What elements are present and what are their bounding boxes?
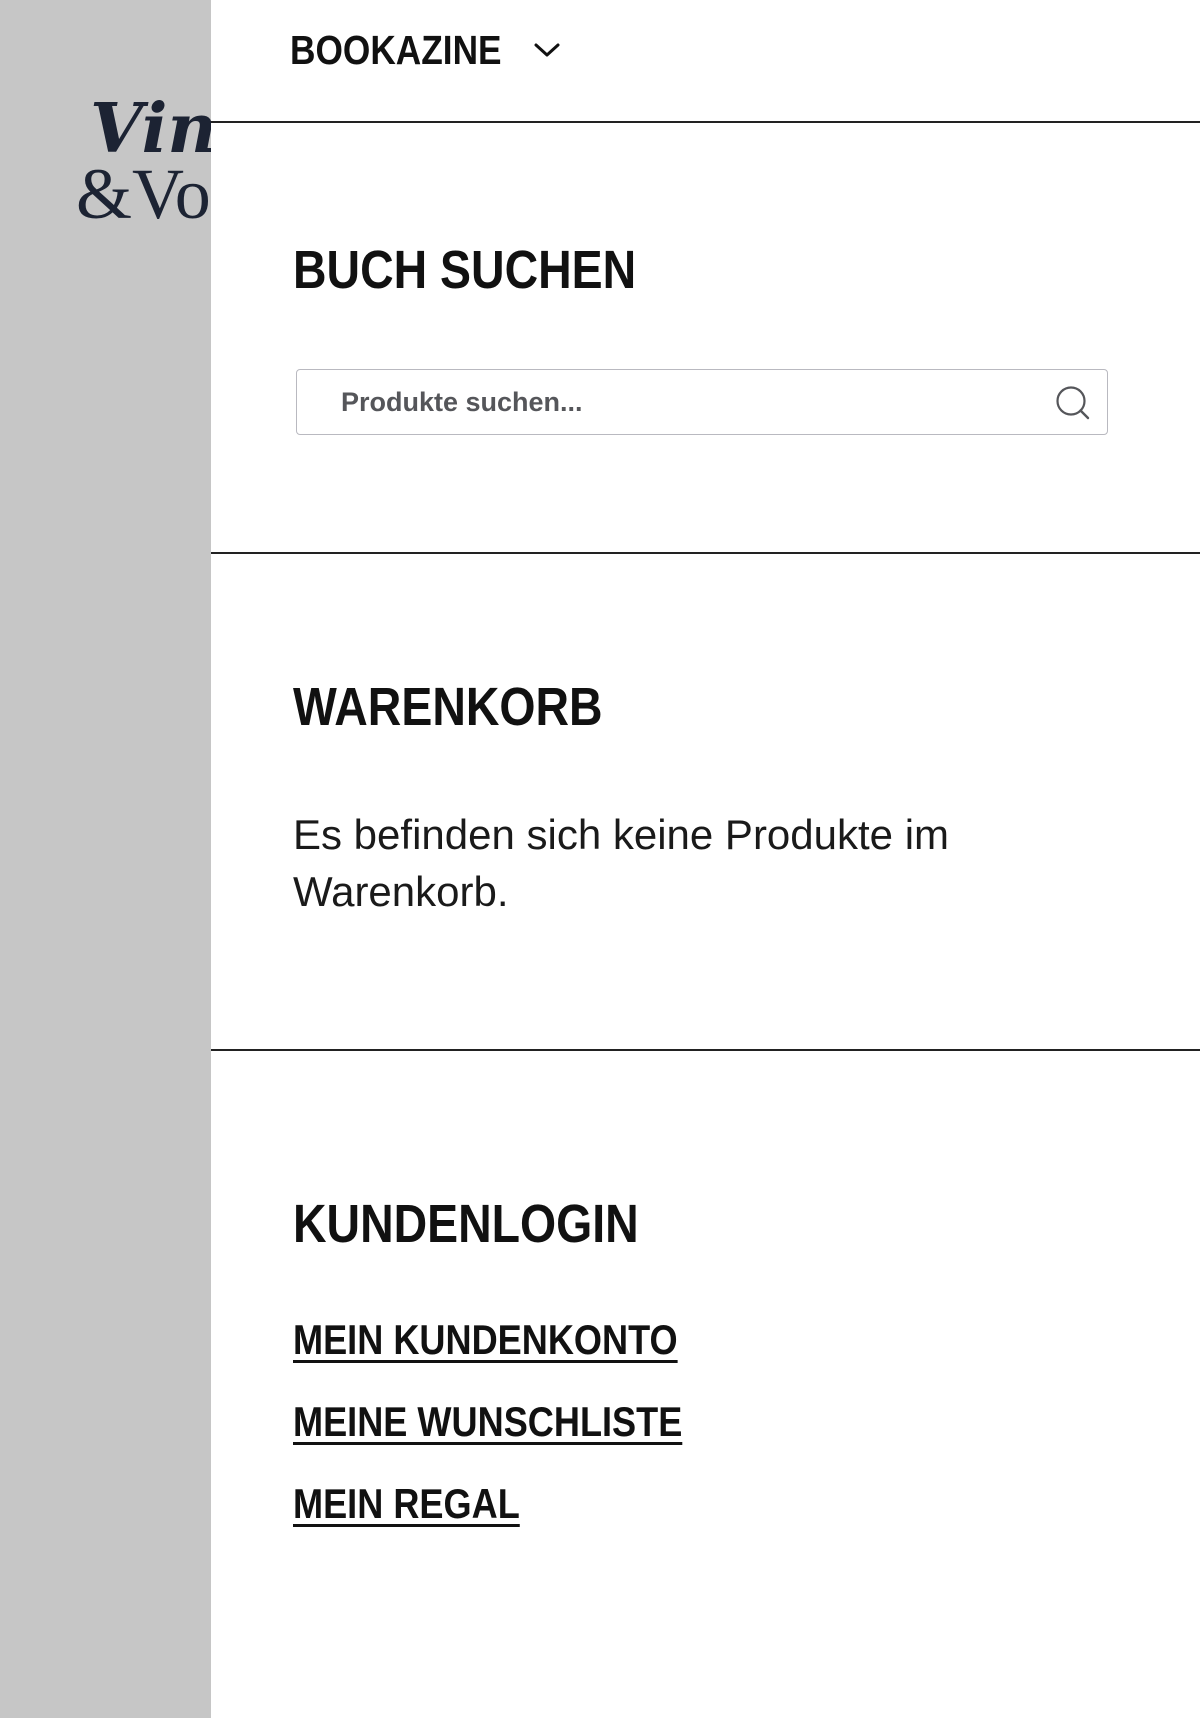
customer-login-section: KUNDENLOGIN MEIN KUNDENKONTO MEINE WUNSC… bbox=[211, 1051, 1200, 1718]
page: Vinc &Vol BOOKAZINE BUCH SUCHEN bbox=[0, 0, 1200, 1718]
chevron-down-icon bbox=[534, 43, 560, 57]
offcanvas-menu-panel: BOOKAZINE BUCH SUCHEN WARENKORB Es befin… bbox=[211, 0, 1200, 1718]
my-shelf-link[interactable]: MEIN REGAL bbox=[293, 1480, 520, 1528]
menu-toggle-label: BOOKAZINE bbox=[290, 26, 502, 73]
search-section-title: BUCH SUCHEN bbox=[293, 240, 637, 300]
list-item: MEIN REGAL bbox=[293, 1480, 746, 1562]
cart-empty-message: Es befinden sich keine Produkte im Waren… bbox=[293, 811, 950, 915]
search-section: BUCH SUCHEN bbox=[211, 123, 1200, 554]
menu-topbar: BOOKAZINE bbox=[211, 0, 1200, 123]
brand-logo: Vinc &Vol bbox=[76, 72, 211, 232]
page-backdrop[interactable]: Vinc &Vol bbox=[0, 0, 211, 1718]
search-box bbox=[296, 369, 1108, 435]
logo-line-2: &Vol bbox=[76, 154, 211, 232]
my-wishlist-link[interactable]: MEINE WUNSCHLISTE bbox=[293, 1398, 682, 1446]
my-account-link[interactable]: MEIN KUNDENKONTO bbox=[293, 1316, 678, 1364]
account-links-list: MEIN KUNDENKONTO MEINE WUNSCHLISTE MEIN … bbox=[293, 1316, 746, 1562]
cart-section: WARENKORB Es befinden sich keine Produkt… bbox=[211, 554, 1200, 1051]
cart-section-title: WARENKORB bbox=[293, 677, 603, 737]
login-section-title: KUNDENLOGIN bbox=[293, 1194, 639, 1254]
search-input[interactable] bbox=[297, 370, 1107, 434]
list-item: MEINE WUNSCHLISTE bbox=[293, 1398, 746, 1480]
bookazine-menu-toggle[interactable]: BOOKAZINE bbox=[290, 22, 561, 78]
search-icon[interactable] bbox=[1055, 385, 1091, 421]
list-item: MEIN KUNDENKONTO bbox=[293, 1316, 746, 1398]
